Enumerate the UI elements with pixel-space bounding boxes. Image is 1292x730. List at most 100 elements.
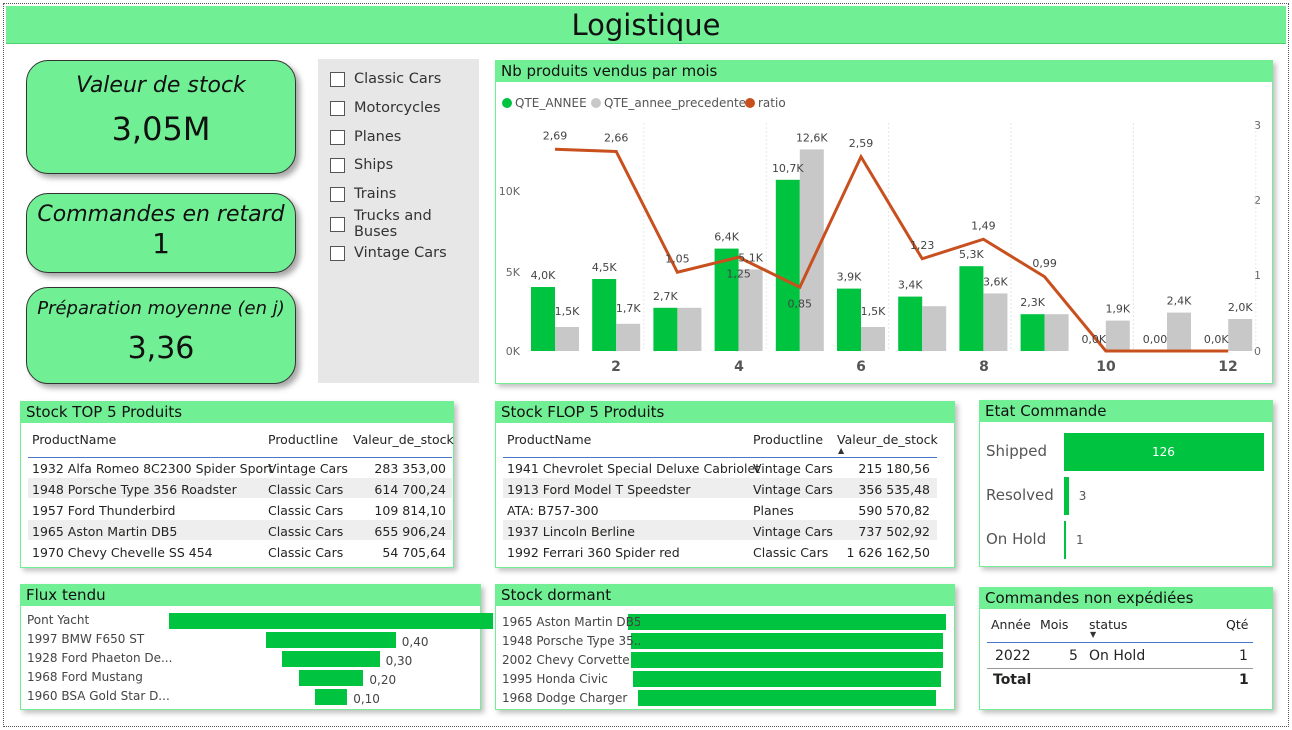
chart-title: Stock dormant [496,585,954,606]
bar-qte-annee-precedente[interactable] [616,323,641,351]
bar-qte-annee-precedente[interactable] [799,149,824,351]
y-tick-label: 0K [506,345,521,358]
kpi-value: 3,05M [111,110,211,148]
table-cell: 1970 Chevy Chevelle SS 454 [32,545,213,560]
bar-qte-annee-precedente[interactable] [738,269,763,351]
sort-descending-icon[interactable]: ▼ [1090,630,1096,639]
bar-qte-annee-precedente[interactable] [1228,319,1253,351]
column-header[interactable]: Productline [268,432,338,447]
cell-qty: 1 [1239,648,1248,664]
flux-bar[interactable] [169,613,493,629]
chart-data-labels: 4,0K 1,5K 4,5K 1,7K 2,7K 6,4K 5,1K 10,7K 12,6K 3,… [531,129,1254,346]
bar-qte-annee-precedente[interactable] [1105,320,1130,351]
sort-ascending-icon[interactable]: ▲ [838,446,844,455]
x-tick-label: 4 [734,359,744,375]
table-title: Commandes non expédiées [980,588,1272,609]
bar-qte-annee[interactable] [898,296,923,351]
y-tick-label: 0 [1254,345,1261,358]
column-header[interactable]: Année [991,617,1031,632]
table-cell: Vintage Cars [268,461,348,476]
total-divider [987,668,1253,669]
data-label: 1 [1076,533,1084,547]
data-label: 1,9K [1105,303,1130,316]
column-header[interactable]: Mois [1040,617,1068,632]
slicer-item-motorcycles[interactable]: Motorcycles [330,98,441,118]
monthly-sales-chart[interactable]: QTE_ANNEE QTE_annee_precedente ratio 0K … [496,83,1272,383]
checkbox[interactable] [330,186,345,202]
bar-qte-annee[interactable] [653,307,678,351]
slicer-item-planes[interactable]: Planes [330,127,401,147]
bar-qte-annee-precedente[interactable] [922,306,947,351]
x-tick-label: 12 [1218,359,1237,375]
bar-qte-annee[interactable] [775,179,800,351]
dormant-bar[interactable] [631,652,943,668]
x-tick-label: 8 [979,359,989,375]
column-header[interactable]: Valeur_de_stock [837,432,938,447]
bar-qte-annee-precedente[interactable] [555,327,579,351]
data-label: 5,3K [959,248,984,261]
slicer-item-classic-cars[interactable]: Classic Cars [330,69,441,89]
data-label: 5,1K [738,251,763,264]
data-label: 2,3K [1020,296,1045,309]
bar-label: 1968 Ford Mustang [27,670,143,684]
column-header[interactable]: Qté [1226,617,1248,632]
bar-qte-annee[interactable] [1020,314,1045,351]
kpi-card-prep-time: Préparation moyenne (en j) 3,36 [26,287,296,384]
table-cell: 215 180,56 [858,461,930,476]
total-label: Total [993,672,1032,688]
status-bar[interactable] [1064,477,1069,515]
status-bar[interactable] [1064,521,1066,559]
bar-label: 1965 Aston Martin DB5 [502,615,640,629]
column-header[interactable]: Valeur_de_stock [353,432,454,447]
flux-bar[interactable] [266,632,396,648]
x-axis: 2 4 6 8 10 12 [611,359,1238,375]
slicer-item-trucks-and-buses[interactable]: Trucks and Buses [330,208,479,240]
checkbox[interactable] [330,157,345,173]
dormant-bar[interactable] [637,690,937,706]
table-cell: 1957 Ford Thunderbird [32,503,176,518]
monthly-sales-chart-card: Nb produits vendus par mois QTE_ANNEE QT… [495,60,1273,384]
slicer-item-label: Planes [354,129,402,145]
checkbox[interactable] [330,100,345,116]
table-cell: Classic Cars [268,524,344,539]
bar-label: 1960 BSA Gold Star D... [27,689,170,703]
checkbox[interactable] [330,71,345,87]
checkbox[interactable] [330,216,345,232]
bar-qte-annee-precedente[interactable] [1167,312,1191,351]
column-header[interactable]: Productline [753,432,823,447]
y-axis-right: 0 1 2 3 [1254,119,1261,358]
table-cell: 283 353,00 [374,461,446,476]
table-cell: 356 535,48 [858,482,930,497]
dormant-bar[interactable] [628,614,946,630]
bar-qte-annee-precedente[interactable] [861,327,885,351]
data-label: 1,49 [971,219,996,232]
bar-label: 1968 Dodge Charger [502,691,628,705]
data-label: 0,99 [1032,257,1057,270]
dormant-bar[interactable] [632,671,942,687]
legend-marker-qte-annee [502,98,512,108]
table-cell: 737 502,92 [858,524,930,539]
bar-qte-annee-precedente[interactable] [983,293,1008,351]
column-header[interactable]: ProductName [507,432,591,447]
bar-qte-annee[interactable] [592,279,617,351]
bar-qte-annee-precedente[interactable] [677,307,702,351]
flux-bar[interactable] [314,689,348,705]
dormant-bar[interactable] [631,633,943,649]
flux-tendu-card: Flux tendu Pont Yacht 1997 BMW F650 ST 0,4… [20,584,493,710]
bar-qte-annee[interactable] [837,288,861,351]
bar-qte-annee[interactable] [959,266,984,351]
checkbox[interactable] [330,129,345,145]
slicer-item-vintage-cars[interactable]: Vintage Cars [330,243,447,263]
flux-bar[interactable] [282,651,380,667]
slicer-item-ships[interactable]: Ships [330,155,393,175]
slicer-item-trains[interactable]: Trains [330,184,396,204]
bar-qte-annee-precedente[interactable] [1044,314,1069,351]
bar-qte-annee[interactable] [531,287,555,351]
column-header[interactable]: ProductName [32,432,116,447]
table-cell: Vintage Cars [753,482,833,497]
table-cell: 1932 Alfa Romeo 8C2300 Spider Sport [32,461,274,476]
flux-bar[interactable] [298,670,364,686]
checkbox[interactable] [330,245,345,261]
bar-qte-annee[interactable] [714,248,739,351]
bar-label: 1995 Honda Civic [502,672,608,686]
